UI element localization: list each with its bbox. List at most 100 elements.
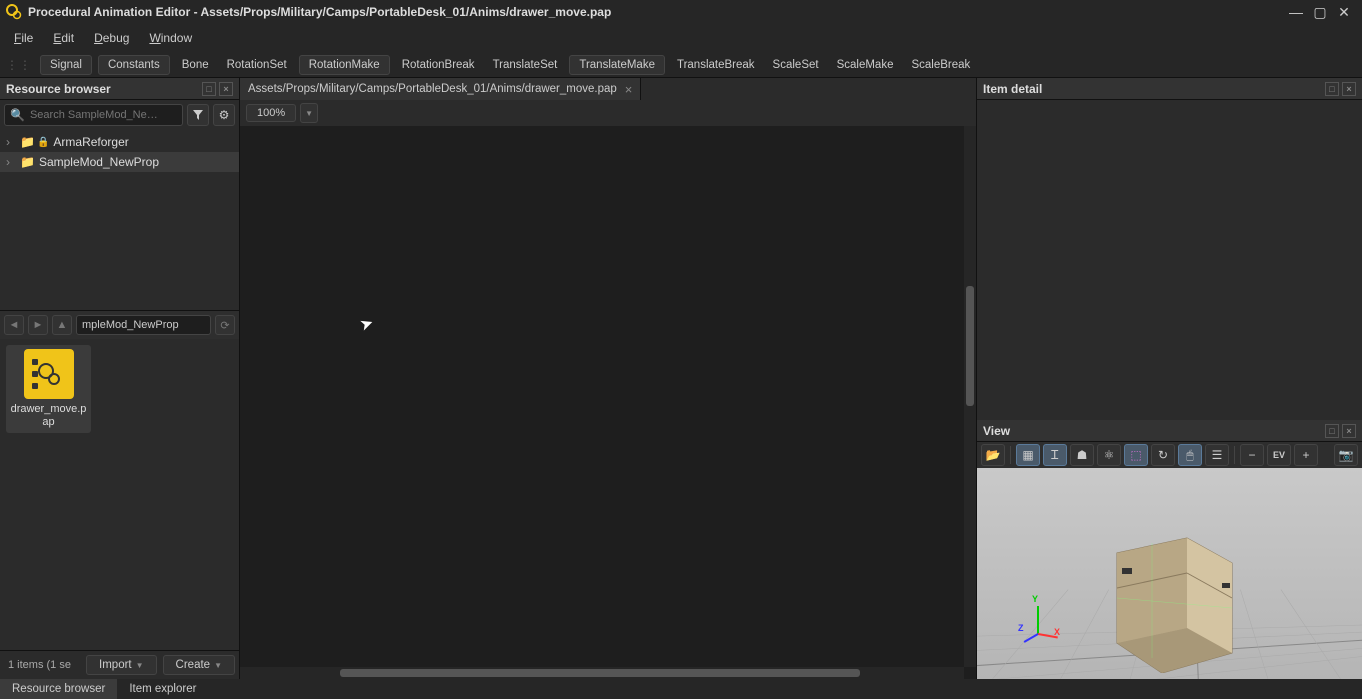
bounds-toggle[interactable]: ⬚ (1124, 444, 1148, 466)
ev-plus-button[interactable]: + (1294, 444, 1318, 466)
zoom-value[interactable]: 100% (246, 104, 296, 122)
graph-canvas[interactable]: ➤ (240, 126, 964, 667)
grid-icon: ▦ (1022, 448, 1033, 462)
breadcrumb[interactable]: mpleMod_NewProp (76, 315, 211, 335)
view-panel: 📂 ▦ Ꮖ ☗ ⚛ ⬚ ↻ 🖱 ☰ − EV + 📷 (977, 442, 1362, 679)
status-text: 1 items (1 se (4, 659, 80, 671)
node-bone[interactable]: Bone (176, 56, 215, 74)
close-button[interactable]: ✕ (1332, 2, 1356, 22)
open-button[interactable]: 📂 (981, 444, 1005, 466)
person-icon: ☗ (1077, 448, 1088, 462)
list-toggle[interactable]: ☰ (1205, 444, 1229, 466)
item-detail-panel (977, 100, 1362, 420)
ev-button[interactable]: EV (1267, 444, 1291, 466)
plus-icon: + (1302, 448, 1309, 462)
folder-open-icon: 📂 (986, 448, 1001, 462)
panel-popout-icon[interactable]: □ (202, 82, 216, 96)
panel-popout-icon[interactable]: □ (1325, 424, 1339, 438)
view-panel-title: View (983, 424, 1010, 438)
settings-button[interactable]: ⚙ (213, 104, 235, 126)
chevron-right-icon: › (6, 135, 16, 149)
thumbnail-grid: drawer_move.pap (0, 339, 239, 650)
axis-gizmo: Y X Z (1022, 599, 1062, 639)
list-icon: ☰ (1212, 448, 1223, 462)
menu-file[interactable]: File (6, 28, 41, 48)
panel-popout-icon[interactable]: □ (1325, 82, 1339, 96)
node-constants[interactable]: Constants (98, 55, 170, 75)
nodes-toggle[interactable]: ⚛ (1097, 444, 1121, 466)
gear-icon: ⚙ (219, 108, 230, 122)
ibeam-icon: Ꮖ (1051, 448, 1059, 463)
cursor-toggle[interactable]: Ꮖ (1043, 444, 1067, 466)
ev-minus-button[interactable]: − (1240, 444, 1264, 466)
tree-item-armareforger[interactable]: › 📁 🔒 ArmaReforger (0, 132, 239, 152)
resource-browser-title: Resource browser (6, 82, 111, 96)
dropdown-icon: ▼ (136, 661, 144, 670)
refresh-view[interactable]: ↻ (1151, 444, 1175, 466)
node-translateset[interactable]: TranslateSet (487, 56, 564, 74)
node-translatemake[interactable]: TranslateMake (569, 55, 665, 75)
panel-close-icon[interactable]: × (1342, 424, 1356, 438)
graph-editor: Assets/Props/Military/Camps/PortableDesk… (240, 78, 976, 679)
file-item-label: drawer_move.pap (10, 403, 87, 429)
app-icon (6, 4, 22, 20)
skeleton-toggle[interactable]: ☗ (1070, 444, 1094, 466)
node-signal[interactable]: Signal (40, 55, 92, 75)
zoom-dropdown[interactable]: ▼ (300, 103, 318, 123)
lock-icon: 🔒 (37, 137, 49, 148)
node-rotationmake[interactable]: RotationMake (299, 55, 390, 75)
menu-debug[interactable]: Debug (86, 28, 137, 48)
camera-icon: 📷 (1339, 448, 1354, 462)
tab-item-explorer[interactable]: Item explorer (117, 679, 208, 699)
refresh-button[interactable]: ⟳ (215, 315, 235, 335)
search-input-wrap: 🔍 (4, 104, 183, 126)
horizontal-scrollbar[interactable] (240, 667, 964, 679)
node-translatebreak[interactable]: TranslateBreak (671, 56, 761, 74)
minus-icon: − (1248, 448, 1255, 462)
chevron-right-icon: › (6, 155, 16, 169)
node-rotationset[interactable]: RotationSet (221, 56, 293, 74)
node-scalebreak[interactable]: ScaleBreak (905, 56, 976, 74)
3d-viewport[interactable]: Y X Z (977, 468, 1362, 679)
node-rotationbreak[interactable]: RotationBreak (396, 56, 481, 74)
item-detail-title: Item detail (983, 82, 1042, 96)
maximize-button[interactable]: ▢ (1308, 2, 1332, 22)
search-icon: 🔍 (10, 108, 25, 122)
folder-icon: 📁 (20, 155, 35, 169)
mouse-toggle[interactable]: 🖱 (1178, 444, 1202, 466)
minimize-button[interactable]: — (1284, 2, 1308, 22)
create-button[interactable]: Create▼ (163, 655, 235, 675)
tree-item-label: SampleMod_NewProp (39, 155, 159, 169)
vertical-scrollbar[interactable] (964, 126, 976, 667)
graph-icon: ⚛ (1104, 448, 1115, 462)
tree-item-samplemod[interactable]: › 📁 SampleMod_NewProp (0, 152, 239, 172)
nav-up-button[interactable]: ▲ (52, 315, 72, 335)
nav-forward-button[interactable]: ► (28, 315, 48, 335)
search-input[interactable] (30, 109, 177, 121)
window-title: Procedural Animation Editor - Assets/Pro… (28, 5, 1284, 19)
tree-item-label: ArmaReforger (53, 135, 128, 149)
file-item-drawer-move[interactable]: drawer_move.pap (6, 345, 91, 433)
cursor-icon: ➤ (357, 312, 376, 335)
toolbar-grip-icon: ⋮⋮ (6, 58, 32, 72)
panel-close-icon[interactable]: × (219, 82, 233, 96)
dropdown-icon: ▼ (214, 661, 222, 670)
camera-button[interactable]: 📷 (1334, 444, 1358, 466)
menu-edit[interactable]: Edit (45, 28, 82, 48)
bounds-icon: ⬚ (1130, 448, 1141, 462)
tab-resource-browser[interactable]: Resource browser (0, 679, 117, 699)
bottom-tab-bar: Resource browser Item explorer (0, 679, 1362, 699)
menu-window[interactable]: Window (141, 28, 200, 48)
editor-tab[interactable]: Assets/Props/Military/Camps/PortableDesk… (240, 78, 641, 100)
node-scalemake[interactable]: ScaleMake (831, 56, 900, 74)
nav-back-button[interactable]: ◄ (4, 315, 24, 335)
node-scaleset[interactable]: ScaleSet (767, 56, 825, 74)
panel-close-icon[interactable]: × (1342, 82, 1356, 96)
import-button[interactable]: Import▼ (86, 655, 157, 675)
folder-tree: › 📁 🔒 ArmaReforger › 📁 SampleMod_NewProp (0, 130, 239, 310)
filter-button[interactable] (187, 104, 209, 126)
preview-mesh (1097, 513, 1247, 673)
folder-icon: 📁 (20, 135, 35, 149)
grid-toggle[interactable]: ▦ (1016, 444, 1040, 466)
close-tab-icon[interactable]: × (625, 82, 633, 97)
